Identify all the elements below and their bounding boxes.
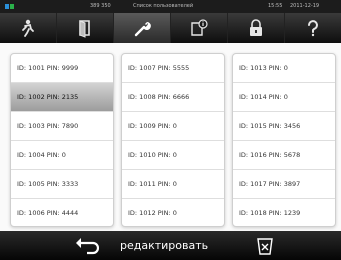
user-row[interactable]: ID: 1018 PIN: 1239 — [233, 199, 335, 226]
user-row[interactable]: ID: 1011 PIN: 0 — [122, 170, 224, 199]
user-row[interactable]: ID: 1013 PIN: 0 — [233, 54, 335, 83]
user-row[interactable]: ID: 1009 PIN: 0 — [122, 112, 224, 141]
user-row[interactable]: ID: 1016 PIN: 5678 — [233, 141, 335, 170]
user-row[interactable]: ID: 1008 PIN: 6666 — [122, 83, 224, 112]
toolbar-button-padlock[interactable] — [228, 13, 285, 43]
user-column-2: ID: 1007 PIN: 5555 ID: 1008 PIN: 6666 ID… — [121, 53, 225, 227]
help-icon — [308, 20, 318, 37]
user-row[interactable]: ID: 1003 PIN: 7890 — [11, 112, 113, 141]
user-column-3: ID: 1013 PIN: 0 ID: 1014 PIN: 0 ID: 1015… — [232, 53, 336, 227]
user-row[interactable]: ID: 1001 PIN: 9999 — [11, 54, 113, 83]
toolbar-button-help[interactable] — [285, 13, 341, 43]
trash-icon — [257, 238, 273, 255]
user-list: ID: 1001 PIN: 9999 ID: 1002 PIN: 2135 ID… — [0, 43, 341, 231]
person-icon — [22, 19, 34, 37]
status-date: 2011-12-19 — [290, 3, 320, 9]
wrench-icon — [134, 22, 151, 37]
user-row[interactable]: ID: 1014 PIN: 0 — [233, 83, 335, 112]
user-row[interactable]: ID: 1012 PIN: 0 — [122, 199, 224, 226]
user-row[interactable]: ID: 1015 PIN: 3456 — [233, 112, 335, 141]
padlock-icon — [250, 19, 262, 36]
user-row[interactable]: ID: 1010 PIN: 0 — [122, 141, 224, 170]
status-bar: 389 350 Список пользователей 15:55 2011-… — [0, 0, 341, 13]
user-row[interactable]: ID: 1017 PIN: 3897 — [233, 170, 335, 199]
user-row[interactable]: ID: 1007 PIN: 5555 — [122, 54, 224, 83]
delete-button[interactable] — [252, 235, 278, 257]
back-button[interactable] — [70, 235, 104, 257]
status-left-text: 389 350 — [90, 3, 111, 9]
toolbar-button-door[interactable] — [57, 13, 114, 43]
user-row-selected[interactable]: ID: 1002 PIN: 2135 — [11, 83, 113, 112]
toolbar-button-document-info[interactable] — [171, 13, 228, 43]
document-info-icon — [191, 19, 208, 36]
door-icon — [79, 20, 90, 38]
user-row[interactable]: ID: 1005 PIN: 3333 — [11, 170, 113, 199]
user-row[interactable]: ID: 1006 PIN: 4444 — [11, 199, 113, 226]
user-row[interactable]: ID: 1004 PIN: 0 — [11, 141, 113, 170]
bottom-bar: редактировать — [0, 231, 341, 260]
back-arrow-icon — [76, 238, 99, 255]
edit-button[interactable]: редактировать — [120, 231, 208, 260]
user-column-1: ID: 1001 PIN: 9999 ID: 1002 PIN: 2135 ID… — [10, 53, 114, 227]
status-title: Список пользователей — [133, 3, 194, 9]
toolbar-button-person[interactable] — [0, 13, 57, 43]
toolbar — [0, 13, 341, 43]
status-time: 15:55 — [268, 3, 283, 9]
toolbar-button-wrench[interactable] — [114, 13, 171, 43]
